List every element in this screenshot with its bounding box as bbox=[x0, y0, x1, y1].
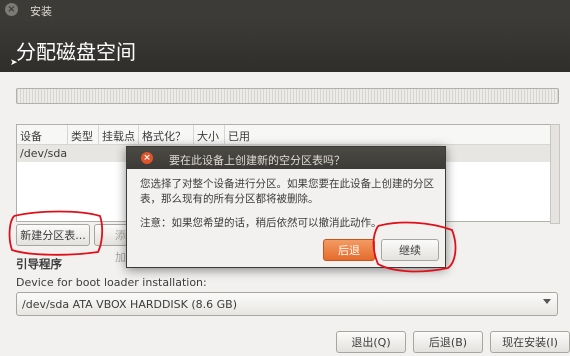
bootloader-device-label: Device for boot loader installation: bbox=[16, 276, 207, 289]
dialog-back-button[interactable]: 后退 bbox=[323, 239, 375, 261]
column-header[interactable]: 格式化？ bbox=[142, 128, 186, 144]
dialog-close-icon[interactable]: × bbox=[141, 152, 153, 164]
column-header[interactable]: 设备 bbox=[20, 128, 42, 144]
chevron-down-icon bbox=[543, 299, 551, 304]
dialog-continue-button[interactable]: 继续 bbox=[381, 239, 439, 261]
window-title: 安装 bbox=[30, 5, 52, 18]
window-titlebar: × 安装 bbox=[0, 0, 570, 20]
dialog-note: 注意：如果您希望的话，稍后依然可以撤消此动作。 bbox=[140, 217, 382, 229]
mouse-pointer-icon: ➤ bbox=[10, 58, 18, 68]
page-header: 分配磁盘空间 ➤ bbox=[0, 20, 570, 72]
partition-bar bbox=[16, 88, 559, 104]
column-header[interactable]: 已用 bbox=[228, 128, 250, 144]
table-header: 设备 类型 挂载点 格式化？ 大小 已用 bbox=[17, 125, 550, 145]
device-cell: /dev/sda bbox=[20, 147, 68, 160]
dialog-title: 要在此设备上创建新的空分区表吗？ bbox=[169, 154, 345, 167]
page-title: 分配磁盘空间 bbox=[16, 40, 136, 64]
window-close-icon[interactable]: × bbox=[5, 3, 18, 16]
column-header[interactable]: 类型 bbox=[71, 128, 93, 144]
quit-button[interactable]: 退出(Q) bbox=[336, 331, 406, 353]
bootloader-device-value: /dev/sda ATA VBOX HARDDISK (8.6 GB) bbox=[22, 298, 238, 311]
install-now-button[interactable]: 现在安装(I) bbox=[490, 331, 570, 353]
bootloader-section-label: 引导程序 bbox=[16, 257, 62, 271]
dialog-message: 您选择了对整个设备进行分区。如果您要在此设备上创建的分区表，那么现有的所有分区都… bbox=[140, 178, 434, 205]
dialog-titlebar: × 要在此设备上创建新的空分区表吗？ bbox=[127, 147, 445, 169]
confirm-dialog: × 要在此设备上创建新的空分区表吗？ 您选择了对整个设备进行分区。如果您要在此设… bbox=[126, 146, 446, 268]
column-header[interactable]: 挂载点 bbox=[102, 128, 135, 144]
column-header[interactable]: 大小 bbox=[197, 128, 219, 144]
table-scrollbar[interactable] bbox=[550, 124, 560, 224]
back-button[interactable]: 后退(B) bbox=[413, 331, 483, 353]
bootloader-device-select[interactable]: /dev/sda ATA VBOX HARDDISK (8.6 GB) bbox=[16, 292, 558, 316]
new-partition-table-button[interactable]: 新建分区表... bbox=[16, 224, 90, 246]
